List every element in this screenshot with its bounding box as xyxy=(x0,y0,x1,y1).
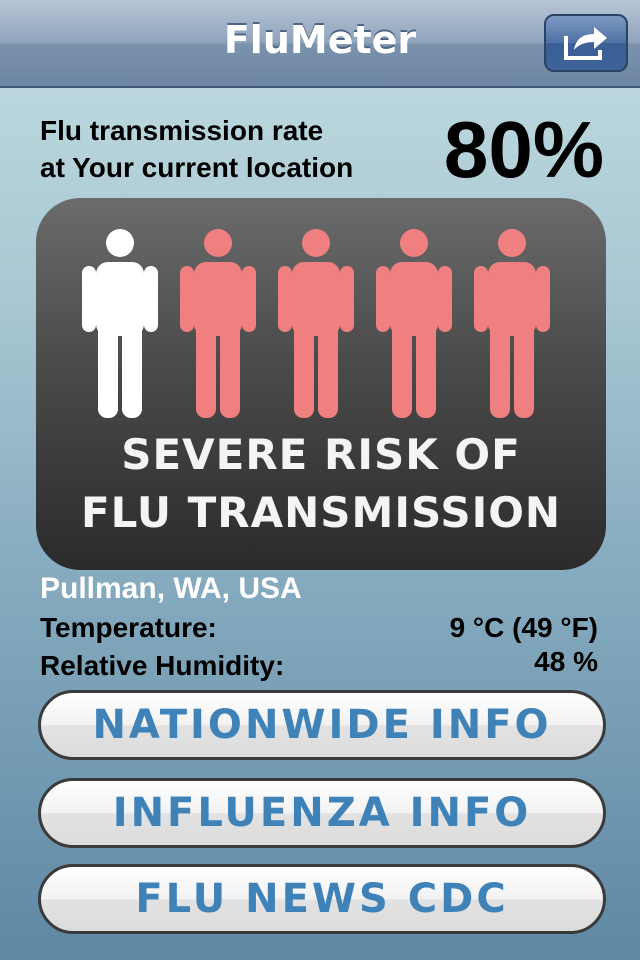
flu-news-cdc-label: FLU NEWS CDC xyxy=(135,876,509,922)
transmission-rate-label: Flu transmission rate at Your current lo… xyxy=(40,112,353,186)
share-arrow-icon xyxy=(564,27,607,60)
risk-line1: SEVERE RISK OF xyxy=(121,430,521,479)
temperature-label: Temperature: xyxy=(40,612,217,643)
risk-message: SEVERE RISK OF FLU TRANSMISSION xyxy=(36,426,606,542)
risk-panel: SEVERE RISK OF FLU TRANSMISSION xyxy=(36,198,606,570)
risk-line2: FLU TRANSMISSION xyxy=(80,488,562,537)
nationwide-info-label: NATIONWIDE INFO xyxy=(92,702,552,748)
humidity-label: Relative Humidity: xyxy=(40,650,285,681)
transmission-rate-value: 80% xyxy=(443,105,604,194)
flu-news-cdc-button[interactable]: FLU NEWS CDC xyxy=(38,864,606,934)
share-button[interactable] xyxy=(544,14,628,72)
person-icon-infected xyxy=(278,229,354,418)
person-icon-infected xyxy=(180,229,256,418)
people-figures xyxy=(82,228,562,418)
navigation-bar: FluMeter xyxy=(0,0,640,88)
influenza-info-button[interactable]: INFLUENZA INFO xyxy=(38,778,606,848)
location-name: Pullman, WA, USA xyxy=(40,572,302,605)
rate-label-line2: at Your current location xyxy=(40,152,354,183)
nationwide-info-button[interactable]: NATIONWIDE INFO xyxy=(38,690,606,760)
person-icon-infected xyxy=(376,229,452,418)
influenza-info-label: INFLUENZA INFO xyxy=(112,790,532,836)
temperature-value: 9 °C (49 °F) xyxy=(449,612,598,643)
rate-label-line1: Flu transmission rate xyxy=(40,115,324,146)
person-icon-infected xyxy=(474,229,550,418)
person-icon-healthy xyxy=(82,229,158,418)
humidity-value: 48 % xyxy=(534,646,598,677)
